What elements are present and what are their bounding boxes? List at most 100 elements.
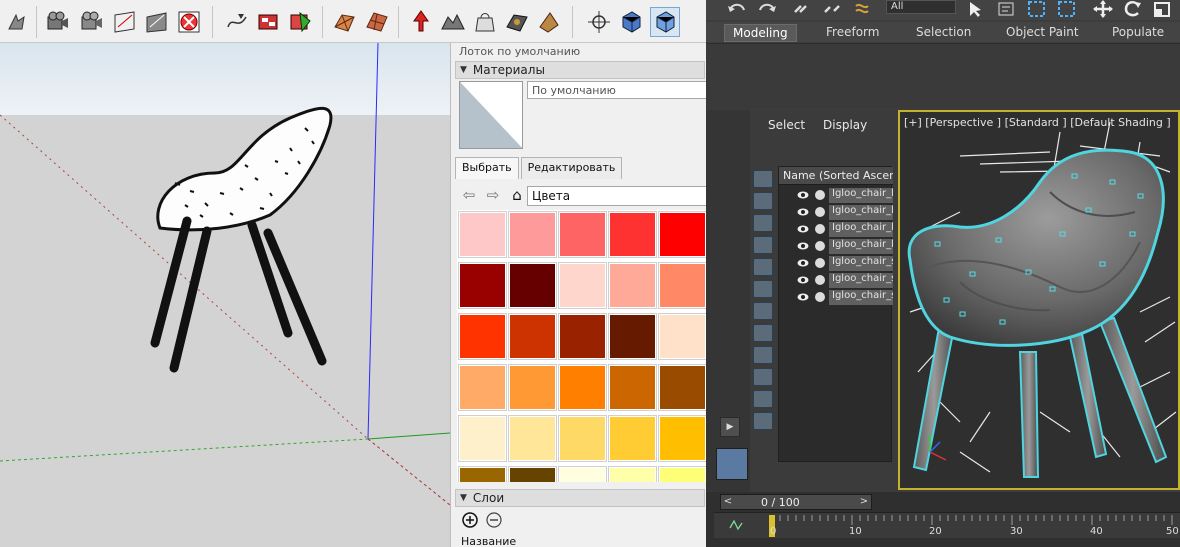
color-swatch[interactable] xyxy=(508,262,557,309)
color-swatch[interactable] xyxy=(508,415,557,462)
prev-frame-icon[interactable]: < xyxy=(721,495,735,509)
menu-display[interactable]: Display xyxy=(823,118,867,138)
containers-filter-icon[interactable] xyxy=(753,368,773,386)
color-swatch[interactable] xyxy=(508,364,557,411)
freeze-dot-icon[interactable] xyxy=(815,275,825,285)
perspective-viewport[interactable]: [+] [Perspective ] [Standard ] [Default … xyxy=(898,110,1180,490)
color-swatch[interactable] xyxy=(508,313,557,360)
visibility-eye-icon[interactable] xyxy=(797,292,809,302)
section-hide-icon[interactable] xyxy=(174,7,204,37)
xrefs-filter-icon[interactable] xyxy=(753,324,773,342)
freeze-dot-icon[interactable] xyxy=(815,258,825,268)
camera-walk-icon[interactable] xyxy=(42,7,72,37)
bag-icon[interactable] xyxy=(470,7,500,37)
tab-edit[interactable]: Редактировать xyxy=(520,157,623,179)
color-swatch[interactable] xyxy=(458,211,507,258)
delete-layer-icon[interactable] xyxy=(485,511,503,529)
groups-filter-icon[interactable] xyxy=(753,302,773,320)
active-layer-swatch[interactable] xyxy=(716,448,748,480)
home-icon[interactable]: ⌂ xyxy=(507,185,527,205)
material-preview[interactable] xyxy=(459,81,523,149)
layers-section-header[interactable]: ▼ Слои xyxy=(455,489,705,507)
helpers-filter-icon[interactable] xyxy=(753,258,773,276)
color-swatch[interactable] xyxy=(508,466,557,482)
color-swatch[interactable] xyxy=(658,313,707,360)
color-swatch[interactable] xyxy=(658,466,707,482)
hidden-filter-icon[interactable] xyxy=(753,412,773,430)
bones-filter-icon[interactable] xyxy=(753,346,773,364)
freeze-dot-icon[interactable] xyxy=(815,190,825,200)
undo-icon[interactable] xyxy=(726,0,748,18)
display-all-icon[interactable] xyxy=(753,170,773,188)
redo-icon[interactable] xyxy=(756,0,778,18)
back-arrow-icon[interactable]: ⇦ xyxy=(459,185,479,205)
forward-arrow-icon[interactable]: ⇨ xyxy=(483,185,503,205)
bind-spacewarp-icon[interactable] xyxy=(854,0,876,18)
color-swatch[interactable] xyxy=(558,313,607,360)
frozen-filter-icon[interactable] xyxy=(753,390,773,408)
terrain-icon[interactable] xyxy=(438,7,468,37)
select-by-name-icon[interactable] xyxy=(996,0,1018,18)
list-item[interactable]: Igloo_chair_l xyxy=(779,238,893,255)
list-item[interactable]: Igloo_chair_l xyxy=(779,187,893,204)
move-icon[interactable] xyxy=(1092,0,1114,18)
color-swatch[interactable] xyxy=(658,364,707,411)
list-item[interactable]: Igloo_chair_s xyxy=(779,289,893,306)
visibility-eye-icon[interactable] xyxy=(797,241,809,251)
orbit-axes-icon[interactable] xyxy=(584,7,614,37)
color-swatch[interactable] xyxy=(558,364,607,411)
color-swatch[interactable] xyxy=(608,415,657,462)
freeze-dot-icon[interactable] xyxy=(815,224,825,234)
color-swatch[interactable] xyxy=(558,415,607,462)
name-column-header[interactable]: Name (Sorted Ascending) xyxy=(779,167,893,185)
list-item[interactable]: Igloo_chair_s xyxy=(779,272,893,289)
tab-freeform[interactable]: Freeform xyxy=(818,24,887,42)
component-blue-icon[interactable] xyxy=(616,7,646,37)
collection-dropdown[interactable]: Цвета xyxy=(527,186,707,206)
visibility-eye-icon[interactable] xyxy=(797,258,809,268)
sketchup-viewport[interactable] xyxy=(0,43,450,547)
tab-selection[interactable]: Selection xyxy=(908,24,979,42)
color-swatch[interactable] xyxy=(508,211,557,258)
track-bar[interactable]: 0 10 20 30 40 50 xyxy=(714,512,1180,538)
spacewarps-filter-icon[interactable] xyxy=(753,280,773,298)
freeze-dot-icon[interactable] xyxy=(815,207,825,217)
color-swatch[interactable] xyxy=(608,364,657,411)
tab-object-paint[interactable]: Object Paint xyxy=(998,24,1087,42)
sandbox-add-detail-icon[interactable] xyxy=(330,7,360,37)
expand-panel-button[interactable]: ▶ xyxy=(720,417,740,437)
color-swatch[interactable] xyxy=(458,364,507,411)
component-select-icon[interactable] xyxy=(650,7,680,37)
visibility-eye-icon[interactable] xyxy=(797,190,809,200)
rotate-icon[interactable] xyxy=(1122,0,1144,18)
sandbox-flip-edge-icon[interactable] xyxy=(362,7,392,37)
cameras-filter-icon[interactable] xyxy=(753,236,773,254)
color-swatch[interactable] xyxy=(458,313,507,360)
shape-icon[interactable] xyxy=(534,7,564,37)
menu-select[interactable]: Select xyxy=(768,118,805,138)
color-swatch[interactable] xyxy=(658,262,707,309)
viewport-label[interactable]: [+] [Perspective ] [Standard ] [Default … xyxy=(904,116,1171,129)
list-item[interactable]: Igloo_chair_s xyxy=(779,255,893,272)
scale-icon[interactable] xyxy=(1152,0,1174,18)
color-swatch[interactable] xyxy=(558,262,607,309)
time-slider[interactable]: < 0 / 100 > xyxy=(720,494,872,510)
color-swatch[interactable] xyxy=(608,211,657,258)
list-item[interactable]: Igloo_chair_l xyxy=(779,204,893,221)
freeze-dot-icon[interactable] xyxy=(815,241,825,251)
section-fill-icon[interactable] xyxy=(142,7,172,37)
section-plane-icon[interactable] xyxy=(110,7,140,37)
color-swatch[interactable] xyxy=(658,415,707,462)
sandbox-drape-icon[interactable] xyxy=(286,7,316,37)
color-swatch[interactable] xyxy=(608,466,657,482)
color-swatch[interactable] xyxy=(558,211,607,258)
color-swatch[interactable] xyxy=(608,313,657,360)
next-frame-icon[interactable]: > xyxy=(857,495,871,509)
color-swatch[interactable] xyxy=(458,262,507,309)
material-name-field[interactable]: По умолчанию xyxy=(527,81,707,99)
visibility-eye-icon[interactable] xyxy=(797,207,809,217)
previous-view-icon[interactable] xyxy=(4,7,34,37)
tab-select[interactable]: Выбрать xyxy=(455,157,519,179)
materials-section-header[interactable]: ▼ Материалы xyxy=(455,61,705,79)
freeze-dot-icon[interactable] xyxy=(815,292,825,302)
